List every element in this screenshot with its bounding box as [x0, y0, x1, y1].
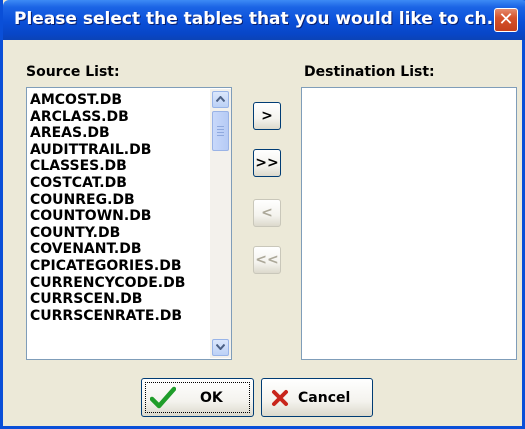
- list-item[interactable]: CURRSCEN.DB: [27, 291, 231, 308]
- list-item[interactable]: COUNTOWN.DB: [27, 208, 231, 225]
- list-item[interactable]: COSTCAT.DB: [27, 175, 231, 192]
- scroll-down-button[interactable]: [212, 339, 229, 356]
- x-icon: [272, 390, 288, 406]
- scroll-thumb[interactable]: [212, 111, 229, 151]
- ok-label: OK: [200, 390, 223, 406]
- remove-all-button[interactable]: <<: [253, 246, 281, 274]
- source-list[interactable]: AMCOST.DB ARCLASS.DB AREAS.DB AUDITTRAIL.DB…: [26, 87, 232, 360]
- source-items: AMCOST.DB ARCLASS.DB AREAS.DB AUDITTRAIL.DB…: [27, 88, 231, 324]
- remove-button[interactable]: <: [253, 199, 281, 227]
- close-icon: ✕: [498, 9, 514, 30]
- cancel-button[interactable]: Cancel: [261, 378, 373, 417]
- window-title: Please select the tables that you would …: [14, 9, 506, 29]
- list-item[interactable]: COUNTY.DB: [27, 225, 231, 242]
- add-all-button[interactable]: >>: [253, 149, 281, 177]
- list-item[interactable]: AMCOST.DB: [27, 92, 231, 109]
- list-item[interactable]: CLASSES.DB: [27, 158, 231, 175]
- list-item[interactable]: COUNREG.DB: [27, 192, 231, 209]
- scroll-up-button[interactable]: [212, 91, 229, 108]
- list-item[interactable]: AUDITTRAIL.DB: [27, 142, 231, 159]
- destination-list-label: Destination List:: [304, 64, 435, 80]
- list-item[interactable]: CURRSCENRATE.DB: [27, 308, 231, 325]
- add-button[interactable]: >: [253, 102, 281, 130]
- scroll-up-icon: [215, 95, 226, 103]
- destination-list[interactable]: [301, 87, 517, 360]
- list-item[interactable]: AREAS.DB: [27, 125, 231, 142]
- source-scrollbar[interactable]: [210, 89, 231, 358]
- title-bar[interactable]: Please select the tables that you would …: [3, 0, 525, 40]
- close-button[interactable]: ✕: [494, 8, 518, 32]
- scroll-down-icon: [215, 343, 226, 351]
- cancel-label: Cancel: [298, 390, 351, 406]
- dialog-window: Please select the tables that you would …: [0, 0, 525, 429]
- list-item[interactable]: ARCLASS.DB: [27, 109, 231, 126]
- ok-button[interactable]: OK: [141, 378, 254, 417]
- list-item[interactable]: CURRENCYCODE.DB: [27, 275, 231, 292]
- list-item[interactable]: CPICATEGORIES.DB: [27, 258, 231, 275]
- list-item[interactable]: COVENANT.DB: [27, 241, 231, 258]
- check-icon: [150, 386, 176, 409]
- source-list-label: Source List:: [26, 64, 120, 80]
